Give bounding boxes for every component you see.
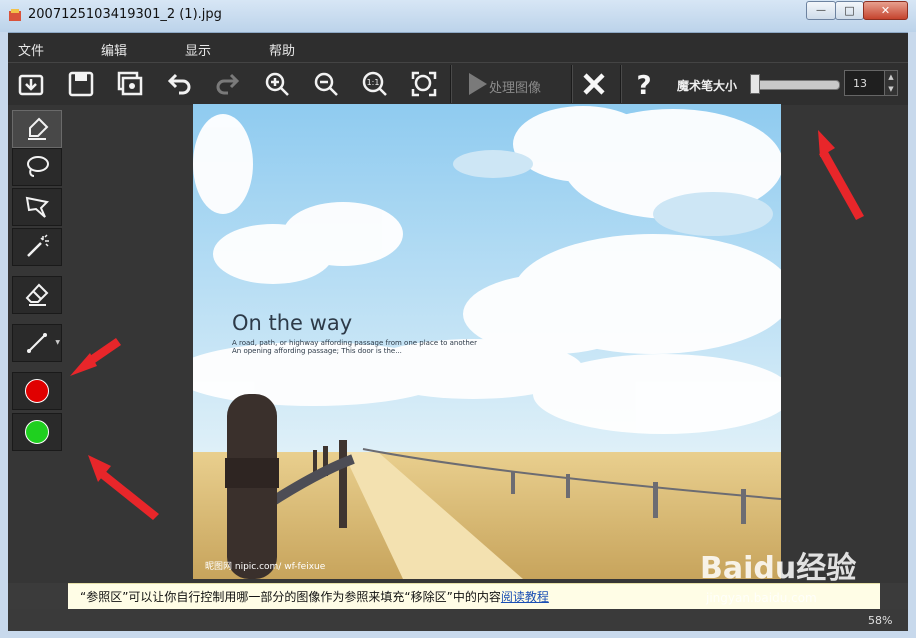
- menu-view[interactable]: 显示: [185, 40, 211, 59]
- zoom-level: 58%: [868, 614, 893, 627]
- redo-icon: [216, 73, 240, 95]
- green-color-swatch: [25, 420, 49, 444]
- process-image-label[interactable]: 处理图像: [489, 77, 541, 96]
- preview-window-icon: [117, 71, 143, 96]
- eraser-icon: [25, 283, 49, 306]
- line-tool-button[interactable]: ▼: [12, 324, 62, 362]
- dropdown-arrow-icon[interactable]: ▼: [55, 339, 60, 346]
- window-title: 2007125103419301_2 (1).jpg: [28, 7, 222, 22]
- brush-size-spinner[interactable]: ▲ ▼: [884, 70, 898, 96]
- magic-wand-icon: [27, 234, 49, 257]
- polygon-lasso-icon: [25, 196, 50, 218]
- minimize-icon: —: [816, 5, 826, 16]
- actual-size-button[interactable]: 1:1: [358, 67, 392, 101]
- minimize-button[interactable]: —: [806, 1, 836, 20]
- baidu-watermark-url: jingyan.baidu.com: [706, 591, 817, 605]
- brush-size-slider[interactable]: [752, 80, 840, 90]
- save-button[interactable]: [64, 67, 98, 101]
- zoom-out-button[interactable]: [309, 67, 343, 101]
- undo-icon: [167, 73, 191, 95]
- magic-wand-tool-button[interactable]: [12, 228, 62, 266]
- hint-message: “参照区”可以让你自行控制用哪一部分的图像作为参照来填充“移除区”中的内容阅读教…: [80, 588, 549, 605]
- open-file-icon: [18, 74, 44, 96]
- undo-button[interactable]: [162, 67, 196, 101]
- red-color-swatch: [25, 379, 49, 403]
- close-window-button[interactable]: ✕: [863, 1, 908, 20]
- brush-size-input[interactable]: 13: [844, 70, 886, 96]
- menu-bar: 文件 编辑 显示 帮助: [8, 33, 908, 62]
- window-frame-right: [908, 32, 916, 632]
- svg-text:1:1: 1:1: [367, 78, 380, 87]
- zoom-out-icon: [314, 72, 338, 96]
- image-watermark: 昵图网 nipic.com/ wf-feixue: [205, 562, 326, 572]
- actual-size-icon: 1:1: [362, 71, 387, 96]
- menu-help[interactable]: 帮助: [269, 40, 295, 59]
- maximize-button[interactable]: □: [835, 1, 864, 20]
- maximize-icon: □: [844, 4, 855, 17]
- x-close-icon: [583, 73, 605, 95]
- status-bar: [8, 609, 908, 631]
- menu-file[interactable]: 文件: [18, 40, 44, 59]
- zoom-in-button[interactable]: [260, 67, 294, 101]
- marker-tool-button[interactable]: [12, 110, 62, 148]
- marker-pen-icon: [28, 117, 49, 140]
- cancel-button[interactable]: [577, 67, 611, 101]
- image-headline: On the way: [232, 311, 353, 335]
- redo-button[interactable]: [211, 67, 245, 101]
- lasso-tool-button[interactable]: [12, 148, 62, 186]
- zoom-in-icon: [265, 72, 289, 96]
- save-icon: [68, 71, 94, 97]
- polygon-lasso-tool-button[interactable]: [12, 188, 62, 226]
- toolbar-separator: [620, 65, 622, 103]
- help-button[interactable]: ?: [627, 67, 661, 101]
- spin-up-icon[interactable]: ▲: [885, 71, 897, 83]
- question-icon: ?: [636, 71, 651, 98]
- window-frame-bottom: [0, 630, 916, 638]
- app-icon: [9, 9, 21, 21]
- close-icon: ✕: [880, 4, 891, 17]
- open-button[interactable]: [14, 67, 48, 101]
- toolbar-separator: [450, 65, 452, 103]
- line-tool-icon: [27, 333, 47, 353]
- slider-thumb[interactable]: [750, 74, 760, 94]
- play-icon: [469, 73, 487, 95]
- image-subtitle-line-1: A road, path, or highway affording passa…: [232, 339, 477, 347]
- eraser-tool-button[interactable]: [12, 276, 62, 314]
- window-frame-left: [0, 32, 8, 632]
- baidu-watermark: Baidu经验: [700, 551, 857, 586]
- toolbar-separator: [571, 65, 573, 103]
- image-subtitle-line-2: An opening affording passage; This door …: [232, 347, 402, 355]
- fit-window-icon: [411, 71, 437, 97]
- brush-size-label: 魔术笔大小: [677, 79, 738, 93]
- fit-window-button[interactable]: [407, 67, 441, 101]
- menu-edit[interactable]: 编辑: [101, 40, 127, 59]
- green-color-swatch-button[interactable]: [12, 413, 62, 451]
- spin-down-icon[interactable]: ▼: [885, 83, 897, 95]
- save-as-button[interactable]: [113, 67, 147, 101]
- hint-text: “参照区”可以让你自行控制用哪一部分的图像作为参照来填充“移除区”中的内容: [80, 590, 501, 604]
- red-color-swatch-button[interactable]: [12, 372, 62, 410]
- svg-text:?: ?: [636, 71, 651, 98]
- lasso-icon: [27, 156, 49, 177]
- read-tutorial-link[interactable]: 阅读教程: [501, 590, 549, 604]
